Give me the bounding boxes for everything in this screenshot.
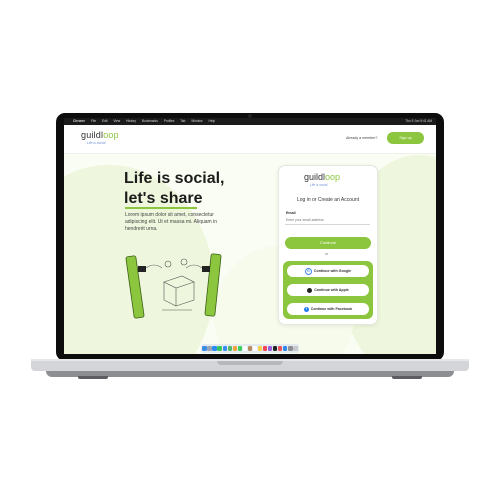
laptop-frame: Chrome File Edit View History Bookmarks … [0, 0, 500, 500]
menu-history[interactable]: History [126, 119, 136, 123]
dock [201, 344, 299, 353]
trash-icon[interactable] [293, 346, 298, 351]
apple-login-button[interactable]: Continue with Apple [287, 284, 369, 296]
facebook-login-button[interactable]: f Continue with Facebook [287, 303, 369, 315]
google-login-button[interactable]: G Continue with Google [287, 265, 369, 277]
card-logo-text: guildl [304, 172, 326, 182]
hero-underline [125, 207, 197, 209]
login-link[interactable]: Already a member? [346, 136, 377, 140]
apple-login-label: Continue with Apple [314, 288, 349, 292]
laptop-screen: Chrome File Edit View History Bookmarks … [64, 118, 436, 354]
facebook-login-label: Continue with Facebook [310, 307, 353, 311]
laptop-foot [392, 376, 422, 379]
hero-title-line1: Life is social, [124, 170, 225, 187]
logo-tagline: Life is social [87, 141, 106, 145]
web-page: guildloop Life is social Already a membe… [64, 125, 436, 354]
hero-title: Life is social, let's share [124, 169, 224, 209]
left-phone-icon [125, 255, 145, 319]
menu-app-name[interactable]: Chrome [73, 119, 85, 123]
email-label: Email [286, 211, 296, 215]
signup-button[interactable]: Sign up [387, 132, 424, 144]
shared-box-icon [162, 275, 195, 311]
apple-icon [307, 287, 313, 293]
card-heading: Log in or Create an Account [297, 197, 359, 203]
logo-text-accent: oop [103, 130, 119, 140]
finder-icon[interactable] [202, 346, 207, 351]
login-card: guildloop Life is social Log in or Creat… [278, 165, 378, 325]
right-phone-icon [204, 253, 222, 317]
facebook-icon: f [303, 306, 309, 312]
laptop-foot [78, 376, 108, 379]
site-header: guildloop Life is social Already a membe… [64, 125, 436, 154]
messages-icon[interactable] [217, 346, 222, 351]
menu-edit[interactable]: Edit [102, 119, 108, 123]
hero-description: Lorem ipsum dolor sit amet, consectetur … [125, 212, 217, 232]
card-logo-accent: oop [325, 172, 341, 182]
menu-help[interactable]: Help [209, 119, 216, 123]
facetime-icon[interactable] [237, 346, 243, 351]
settings-icon[interactable] [288, 346, 293, 351]
photos-icon[interactable] [232, 346, 237, 351]
email-field[interactable] [285, 216, 370, 225]
tv-icon[interactable] [272, 346, 278, 351]
card-logo: guildloop [304, 172, 340, 182]
logo-text: guildl [81, 130, 104, 140]
menu-profiles[interactable]: Profiles [164, 119, 175, 123]
app-store-icon[interactable] [283, 346, 288, 351]
contacts-icon[interactable] [247, 346, 253, 351]
news-icon[interactable] [278, 346, 283, 351]
card-tagline: Life is social [310, 183, 328, 187]
maps-icon[interactable] [227, 346, 232, 351]
site-logo[interactable]: guildloop [81, 130, 119, 140]
calendar-icon[interactable] [242, 346, 248, 351]
menu-bookmarks[interactable]: Bookmarks [142, 119, 158, 123]
menu-view[interactable]: View [113, 119, 120, 123]
hero-title-line2: let's share [124, 190, 203, 207]
hero-illustration [125, 253, 222, 319]
launchpad-icon[interactable] [207, 346, 212, 351]
social-login-box: G Continue with Google Continue with Appl… [283, 261, 373, 319]
reminders-icon[interactable] [252, 346, 258, 351]
laptop-opening-notch [217, 361, 283, 365]
or-divider: or [325, 252, 329, 256]
menu-tab[interactable]: Tab [180, 119, 185, 123]
podcasts-icon[interactable] [267, 346, 273, 351]
safari-icon[interactable] [212, 346, 217, 351]
menu-clock[interactable]: Thu 9 Jun 9:41 AM [405, 118, 432, 125]
menu-window[interactable]: Window [191, 119, 202, 123]
menu-bar: Chrome File Edit View History Bookmarks … [64, 118, 436, 125]
mail-icon[interactable] [222, 346, 227, 351]
google-login-label: Continue with Google [313, 269, 352, 273]
continue-button[interactable]: Continue [285, 237, 371, 249]
music-icon[interactable] [262, 346, 268, 351]
menu-file[interactable]: File [91, 119, 96, 123]
notes-icon[interactable] [257, 346, 263, 351]
google-icon: G [304, 267, 312, 275]
menu-items: Chrome File Edit View History Bookmarks … [73, 118, 220, 125]
